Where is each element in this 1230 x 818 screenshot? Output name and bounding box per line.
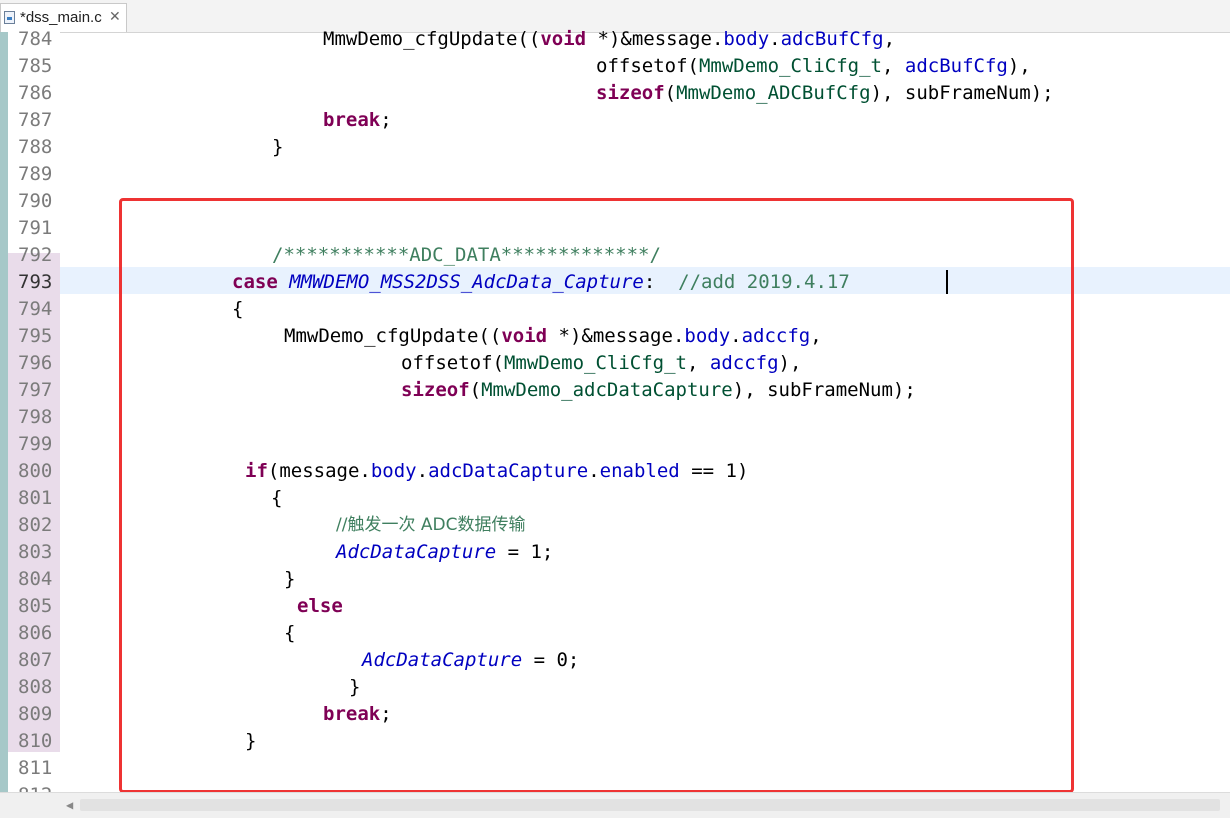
code-text: ; xyxy=(380,109,392,131)
code-text: , xyxy=(881,55,905,77)
fn-call: MmwDemo_cfgUpdate(( xyxy=(323,28,541,50)
fn-call: offsetof( xyxy=(596,55,699,77)
line-number: 805 xyxy=(18,595,53,617)
code-text: ), subFrameNum); xyxy=(870,82,1054,104)
code-line-788: } xyxy=(272,136,284,158)
line-number: 796 xyxy=(18,352,53,374)
close-icon[interactable]: ✕ xyxy=(109,8,121,25)
line-number: 803 xyxy=(18,541,53,563)
line-number: 795 xyxy=(18,325,53,347)
line-number: 789 xyxy=(18,163,53,185)
line-number: 785 xyxy=(18,55,53,77)
line-number: 809 xyxy=(18,703,53,725)
keyword: sizeof xyxy=(596,82,665,104)
red-annotation-box xyxy=(119,198,1074,793)
line-number: 798 xyxy=(18,406,53,428)
field: adcBufCfg xyxy=(904,55,1008,77)
code-text: *)&message. xyxy=(586,28,724,50)
keyword: break xyxy=(323,109,381,131)
code-line-786: sizeof(MmwDemo_ADCBufCfg), subFrameNum); xyxy=(596,80,1054,107)
line-number: 791 xyxy=(18,217,53,239)
line-number: 788 xyxy=(18,136,53,158)
field: body xyxy=(723,28,770,50)
keyword: void xyxy=(540,28,587,50)
line-number: 787 xyxy=(18,109,53,131)
c-file-icon xyxy=(4,11,15,24)
line-number: 784 xyxy=(18,28,53,50)
code-line-785: offsetof(MmwDemo_CliCfg_t, adcBufCfg), xyxy=(596,53,1031,80)
code-text: , xyxy=(883,28,896,50)
line-number: 794 xyxy=(18,298,53,320)
field: adcBufCfg xyxy=(780,28,884,50)
line-number: 792 xyxy=(18,244,53,266)
line-number: 790 xyxy=(18,190,53,212)
code-text: ), xyxy=(1007,55,1031,77)
line-number: 807 xyxy=(18,649,53,671)
line-number: 811 xyxy=(18,757,53,779)
scroll-left-arrow-icon[interactable]: ◀ xyxy=(66,798,73,812)
line-number: 797 xyxy=(18,379,53,401)
line-number: 802 xyxy=(18,514,53,536)
line-number: 799 xyxy=(18,433,53,455)
line-number: 800 xyxy=(18,460,53,482)
code-text: . xyxy=(769,28,781,50)
type: MmwDemo_CliCfg_t xyxy=(698,55,882,77)
line-number-current: 793 xyxy=(18,271,53,293)
scroll-thumb[interactable] xyxy=(80,799,1220,811)
line-number: 786 xyxy=(18,82,53,104)
line-number: 810 xyxy=(18,730,53,752)
tab-label: *dss_main.c xyxy=(20,9,102,26)
code-line-784: MmwDemo_cfgUpdate((void *)&message.body.… xyxy=(323,26,895,53)
line-number: 806 xyxy=(18,622,53,644)
horizontal-scrollbar[interactable]: ◀ xyxy=(0,792,1230,818)
line-number: 808 xyxy=(18,676,53,698)
overview-ruler xyxy=(0,32,8,792)
line-number: 801 xyxy=(18,487,53,509)
type: MmwDemo_ADCBufCfg xyxy=(676,82,871,104)
code-text: ( xyxy=(664,82,677,104)
line-number: 804 xyxy=(18,568,53,590)
code-line-787: break; xyxy=(323,107,392,134)
